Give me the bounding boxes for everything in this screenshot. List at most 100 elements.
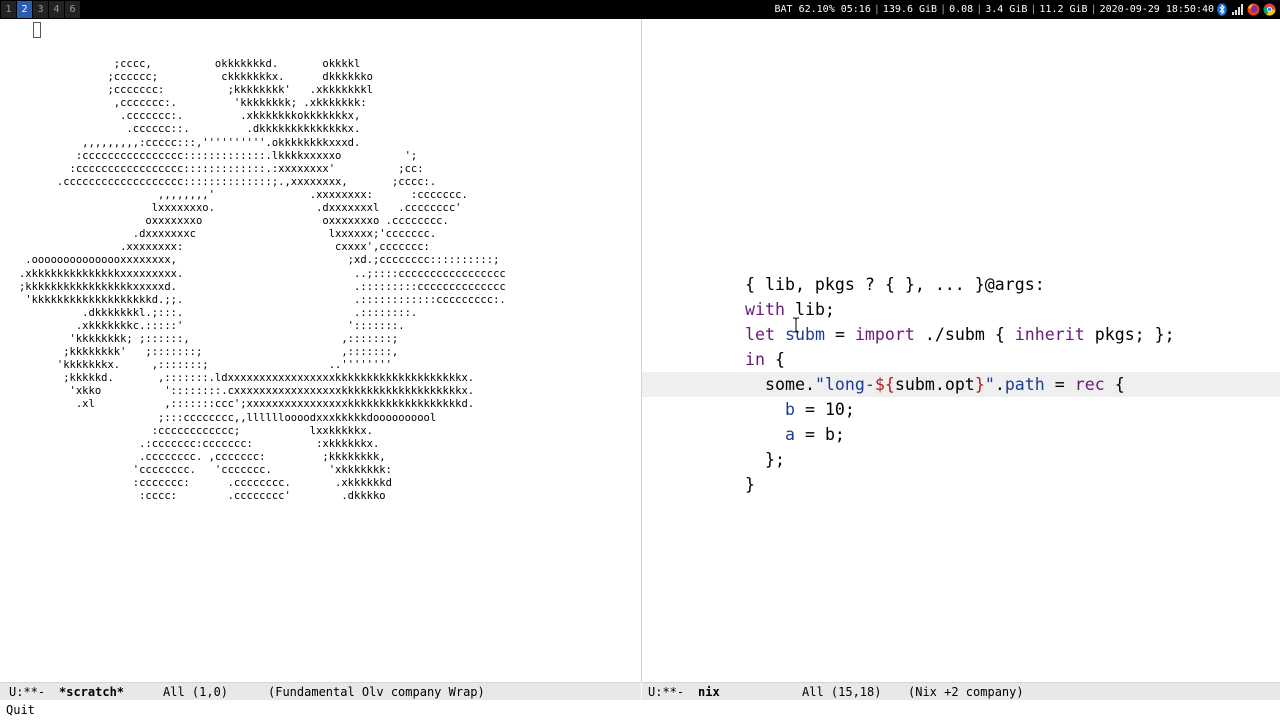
status-separator: | xyxy=(940,4,947,15)
status-item: 11.2 GiB xyxy=(1039,4,1088,15)
code-token: with xyxy=(745,300,785,319)
code-line[interactable]: b = 10; xyxy=(642,397,1280,422)
modeline-buffer-name[interactable]: nix xyxy=(698,685,720,699)
code-token: ${ xyxy=(874,375,895,394)
ascii-art-line: ;kkkkkd. ,:::::::.ldxxxxxxxxxxxxxxxxxkkk… xyxy=(0,372,475,385)
status-item: 0.08 xyxy=(949,4,974,15)
modeline-modes[interactable]: (Fundamental Olv company Wrap) xyxy=(268,685,485,699)
code-token: = xyxy=(1044,375,1075,394)
ascii-art-line: ;kkkkkkkk' ;:::::::; ,:::::::, xyxy=(0,346,399,359)
workspace-button-3[interactable]: 3 xyxy=(33,1,48,18)
ascii-art-line: lxxxxxxxo. .dxxxxxxxl .cccccccc' xyxy=(0,202,462,215)
code-buffer[interactable]: { lib, pkgs ? { }, ... }@args: with lib; l… xyxy=(642,272,1280,497)
code-token: ./subm { xyxy=(914,325,1015,344)
status-item: 139.6 GiB xyxy=(882,4,938,15)
top-status-bar: 12346 BAT 62.10% 05:16 | 139.6 GiB | 0.08 | 3.… xyxy=(0,0,1280,19)
status-item: 2020-09-29 18:50:40 xyxy=(1099,4,1214,15)
firefox-icon[interactable] xyxy=(1247,3,1260,16)
modeline-modes[interactable]: (Nix +2 company) xyxy=(908,685,1024,699)
chrome-icon[interactable] xyxy=(1263,3,1276,16)
code-token: subm.opt xyxy=(894,375,975,394)
code-token: }; xyxy=(745,450,785,469)
current-code-line[interactable]: some."long-${subm.opt}".path = rec { xyxy=(642,372,1280,397)
ascii-art-line: .ooooooooooooooxxxxxxxx, ;xd.;cccccccc::… xyxy=(0,254,500,267)
ascii-art-line: .cccccccc. ,ccccccc: ;kkkkkkkk, xyxy=(0,450,386,463)
code-line[interactable]: } xyxy=(642,472,1280,497)
code-token: } xyxy=(974,375,985,394)
ascii-art-line: .dxxxxxxxc lxxxxxx;'ccccccc. xyxy=(0,228,437,241)
code-line[interactable]: }; xyxy=(642,447,1280,472)
ascii-art-line: 'kkkkkkkx. ,:::::::; ..'''''''' xyxy=(0,359,392,372)
ascii-art-line: ;cccc, okkkkkkkd. okkkkl xyxy=(0,58,361,70)
ascii-art-line: 'cccccccc. 'ccccccc. 'xkkkkkkk: xyxy=(0,463,392,476)
ascii-art-line: ;cccccc; ckkkkkkkx. dkkkkkko xyxy=(0,71,373,84)
code-token: } xyxy=(745,475,755,494)
system-tray xyxy=(1215,2,1276,17)
ascii-art-line: .ccccccccccccccccccc::::::::::::::;.,xxx… xyxy=(0,175,437,188)
status-item: 3.4 GiB xyxy=(985,4,1028,15)
modeline-buffer-name[interactable]: *scratch* xyxy=(59,685,124,699)
code-line[interactable]: let subm = import ./subm { inherit pkgs;… xyxy=(642,322,1280,347)
ascii-art-line: ,ccccccc:. 'kkkkkkkk; .xkkkkkkk: xyxy=(0,97,367,110)
nix-editor-window[interactable]: { lib, pkgs ? { }, ... }@args: with lib; l… xyxy=(642,19,1280,682)
ascii-art-line: oxxxxxxxo oxxxxxxxo .cccccccc. xyxy=(0,215,449,228)
bluetooth-icon[interactable] xyxy=(1215,3,1228,16)
minibuffer-message: Quit xyxy=(6,703,35,717)
ascii-art-line: .xkkkkkkkc.:::::' ':::::::. xyxy=(0,319,405,332)
workspace-button-1[interactable]: 1 xyxy=(1,1,16,18)
scratch-window[interactable]: ;cccc, okkkkkkkd. okkkkl ;cccccc; ckkkkk… xyxy=(0,19,641,682)
workspace-switcher: 12346 xyxy=(0,0,81,19)
code-token: pkgs; }; xyxy=(1084,325,1175,344)
status-separator: | xyxy=(1090,4,1097,15)
code-token: inherit xyxy=(1014,325,1085,344)
system-status: BAT 62.10% 05:16 | 139.6 GiB | 0.08 | 3.4 GiB |… xyxy=(775,0,1214,19)
ascii-art-line: .ccccccc:. .xkkkkkkkokkkkkkkx, xyxy=(0,110,361,123)
status-separator: | xyxy=(1030,4,1037,15)
code-token: ong- xyxy=(834,375,875,394)
ascii-art: ;cccc, okkkkkkkd. okkkkl ;cccccc; ckkkkk… xyxy=(0,58,506,503)
workspace-button-4[interactable]: 4 xyxy=(49,1,64,18)
code-token: { xyxy=(1104,375,1125,394)
code-token: { lib, pkgs ? { }, ... }@args: xyxy=(745,275,1045,294)
workspace-button-6[interactable]: 6 xyxy=(65,1,80,18)
ascii-art-line: .xxxxxxxx: cxxxx',ccccccc: xyxy=(0,241,430,254)
status-separator: | xyxy=(976,4,983,15)
code-token: a xyxy=(784,425,795,444)
modeline-state: U:**- xyxy=(648,685,685,699)
modeline-position: All (1,0) xyxy=(163,685,229,699)
code-token: some. xyxy=(745,375,815,394)
code-token: import xyxy=(854,325,915,344)
code-token: = xyxy=(824,325,855,344)
code-token: b xyxy=(784,400,795,419)
status-item: BAT 62.10% 05:16 xyxy=(774,4,871,15)
mouse-ibeam-cursor xyxy=(793,317,799,333)
code-line[interactable]: a = b; xyxy=(642,422,1280,447)
modeline-scratch: U:**- *scratch* All (1,0) (Fundamental O… xyxy=(0,682,641,700)
ascii-art-line: 'kkkkkkkkkkkkkkkkkkkd.;;. .::::::::::::c… xyxy=(0,293,506,306)
code-line[interactable]: in { xyxy=(642,347,1280,372)
code-line[interactable]: with lib; xyxy=(642,297,1280,322)
code-token: " xyxy=(984,375,995,394)
workspace-button-2[interactable]: 2 xyxy=(17,1,32,18)
ascii-art-line: :cccc: .cccccccc' .dkkkko xyxy=(0,490,386,503)
ascii-art-line: :ccccccccccccccccc:::::::::::::.:xxxxxxx… xyxy=(0,162,424,175)
ascii-art-line: 'kkkkkkkk; ;::::::, ,:::::::; xyxy=(0,332,399,345)
code-token: let xyxy=(745,325,775,344)
minibuffer[interactable]: Quit xyxy=(0,700,1280,720)
code-token: = 10; xyxy=(794,400,855,419)
code-token: path xyxy=(1004,375,1045,394)
code-line[interactable]: { lib, pkgs ? { }, ... }@args: xyxy=(642,272,1280,297)
ascii-art-line: ;ccccccc: ;kkkkkkkk' .xkkkkkkkl xyxy=(0,84,373,97)
ascii-art-line: .xkkkkkkkkkkkkkkxxxxxxxxx. ..;::::cccccc… xyxy=(0,267,506,280)
ascii-art-line: .cccccc::. .dkkkkkkkkkkkkkkx. xyxy=(0,123,361,136)
ascii-art-line: .dkkkkkkkl.;:::. .::::::::. xyxy=(0,306,418,319)
modeline-position: All (15,18) xyxy=(802,685,882,699)
modeline-nix: U:**- nix All (15,18) (Nix +2 company) xyxy=(642,682,1280,700)
signal-icon[interactable] xyxy=(1231,3,1244,16)
ascii-art-line: ;kkkkkkkkkkkkkkkkkxxxxxd. .:::::::::cccc… xyxy=(0,280,506,293)
code-token: . xyxy=(994,375,1005,394)
ascii-art-line: 'xkko '::::::::.cxxxxxxxxxxxxxxxxxkkkkkk… xyxy=(0,385,475,398)
